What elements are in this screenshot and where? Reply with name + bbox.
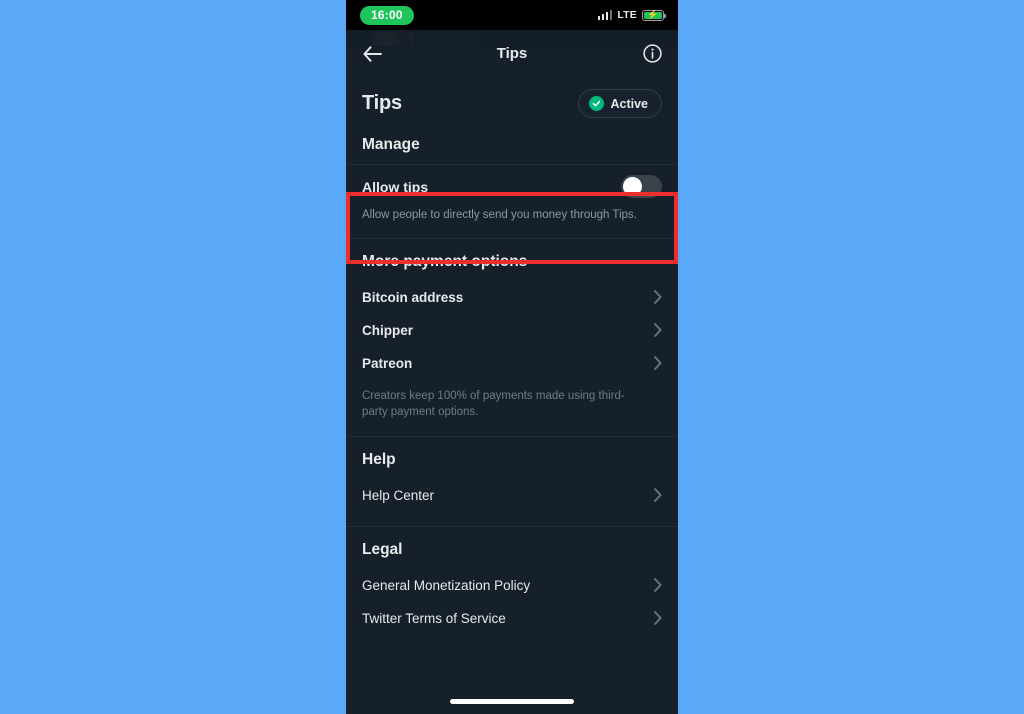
phone-screen: 16:00 LTE ⚡ @ayokxnle Tips [346,0,678,714]
list-item[interactable]: Help Center [346,479,678,512]
list-item[interactable]: Bitcoin address [346,281,678,314]
list-item-label: Twitter Terms of Service [362,610,506,626]
check-circle-icon [589,96,605,111]
allow-tips-row[interactable]: Allow tips Allow people to directly send… [346,165,678,238]
chevron-right-icon [654,323,662,337]
back-arrow-icon[interactable] [361,43,383,65]
nav-bar: Tips [346,30,678,77]
list-item[interactable]: Chipper [346,314,678,347]
status-badge[interactable]: Active [578,89,662,118]
status-indicators: LTE ⚡ [597,9,666,21]
list-item-label: Patreon [362,355,413,371]
signal-bars-icon [597,10,613,20]
payment-options-heading: More payment options [362,252,528,270]
list-item-label: Bitcoin address [362,289,464,305]
network-type-label: LTE [617,9,637,21]
page-header: Tips Active [346,77,678,122]
status-badge-label: Active [610,96,648,111]
page-title: Tips [362,92,402,114]
allow-tips-label: Allow tips [362,178,429,195]
allow-tips-toggle[interactable] [621,175,662,198]
settings-content: Tips Active Manage Allow tips Allow peop… [346,77,678,714]
list-item[interactable]: General Monetization Policy [346,569,678,602]
list-item[interactable]: Twitter Terms of Service [346,602,678,635]
chevron-right-icon [654,356,662,370]
nav-title: Tips [496,45,528,62]
home-indicator-bar[interactable] [450,698,574,704]
status-bar: 16:00 LTE ⚡ [346,0,678,30]
chevron-right-icon [654,488,662,503]
payment-options-note: Creators keep 100% of payments made usin… [362,389,625,418]
info-circle-icon[interactable] [641,43,663,65]
allow-tips-description: Allow people to directly send you money … [362,209,637,221]
chevron-right-icon [654,290,662,304]
status-time: 16:00 [360,5,414,25]
chevron-right-icon [654,578,662,593]
chevron-right-icon [654,611,662,626]
legal-section-heading: Legal [362,540,403,558]
toggle-knob [623,177,642,196]
list-item[interactable]: Patreon [346,347,678,380]
help-section-heading: Help [362,450,396,468]
list-item-label: General Monetization Policy [362,577,531,593]
manage-section-heading: Manage [362,136,420,153]
home-indicator-area [346,688,678,714]
battery-charging-icon: ⚡ [642,9,666,21]
list-item-label: Help Center [362,487,435,503]
list-item-label: Chipper [362,322,414,338]
